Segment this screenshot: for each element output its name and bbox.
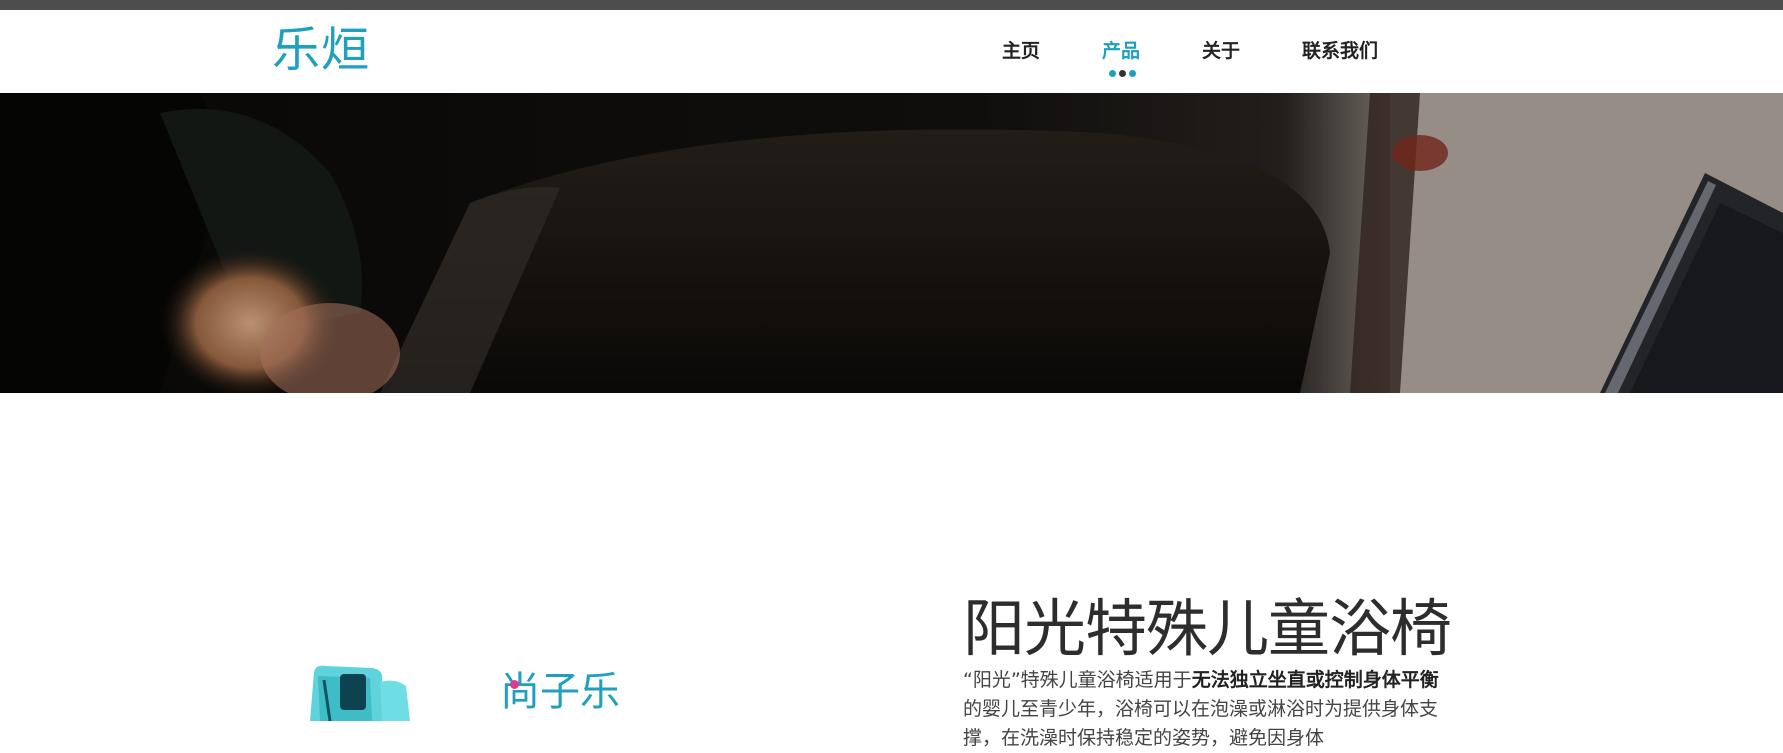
- product-title: 阳光特殊儿童浴椅: [963, 591, 1452, 665]
- product-image: 尚子乐: [300, 660, 680, 721]
- brand-dot-icon: [510, 680, 519, 689]
- nav-about[interactable]: 关于: [1202, 39, 1240, 63]
- active-indicator-dots: [1109, 70, 1136, 77]
- site-logo[interactable]: 乐烜: [272, 22, 370, 78]
- product-desc-intro: “阳光”特殊儿童浴椅适用于: [963, 669, 1192, 691]
- product-desc-rest: 的婴儿至青少年，浴椅可以在泡澡或淋浴时为提供身体支撑，在洗澡时保持稳定的姿势，避…: [963, 698, 1439, 749]
- indicator-dot: [1119, 70, 1126, 77]
- nav-contact[interactable]: 联系我们: [1302, 39, 1378, 63]
- top-strip: [0, 0, 1783, 10]
- product-image-brand-text: 尚子乐: [500, 669, 620, 715]
- hero-banner-image: [0, 93, 1783, 393]
- product-desc-bold: 无法独立坐直或控制身体平衡: [1191, 669, 1439, 691]
- nav-products[interactable]: 产品: [1102, 39, 1140, 63]
- product-description: “阳光”特殊儿童浴椅适用于无法独立坐直或控制身体平衡的婴儿至青少年，浴椅可以在泡…: [963, 666, 1443, 753]
- nav-home[interactable]: 主页: [1002, 39, 1040, 63]
- indicator-dot: [1109, 70, 1116, 77]
- navbar: 乐烜 主页 产品 关于 联系我们: [0, 10, 1783, 93]
- indicator-dot: [1129, 70, 1136, 77]
